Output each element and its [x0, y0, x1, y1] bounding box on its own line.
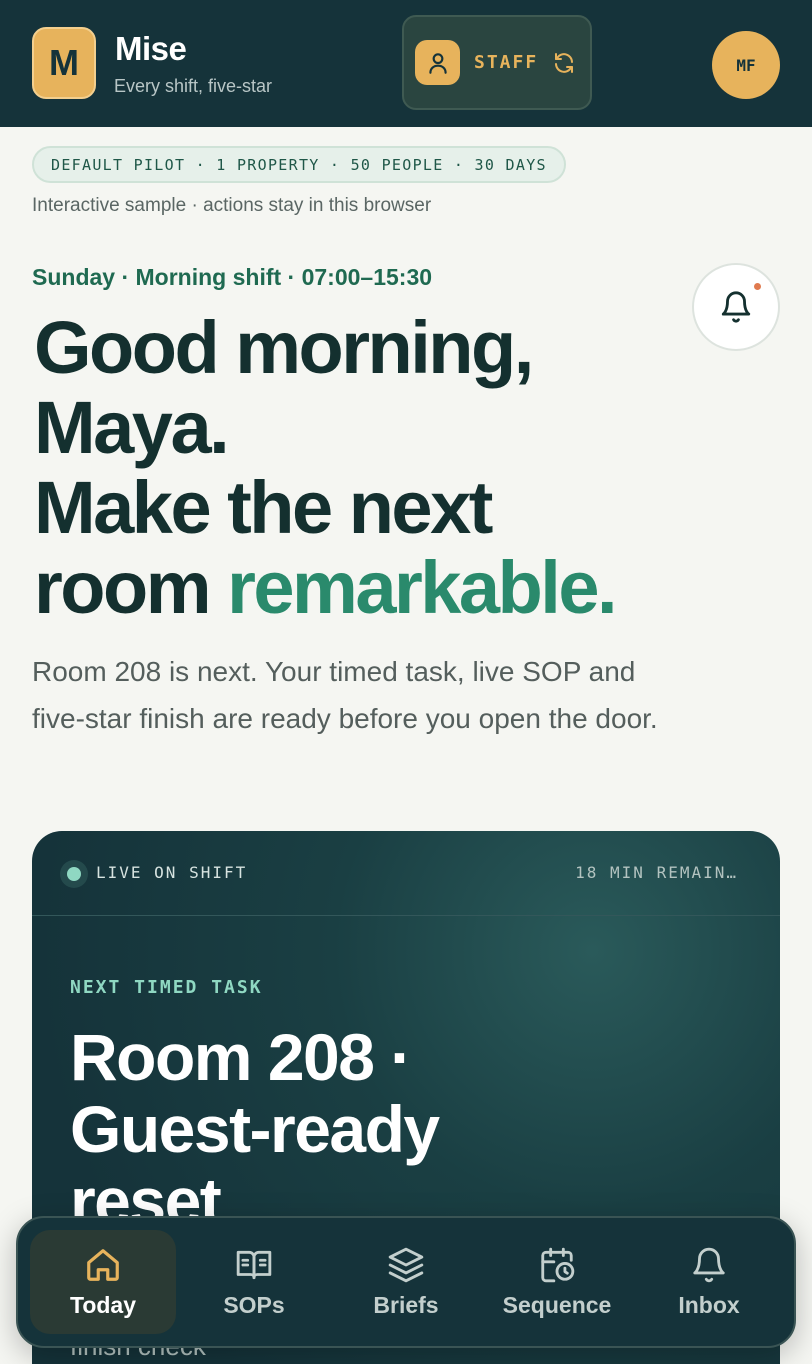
unread-indicator [754, 283, 761, 290]
headline-accent: remarkable. [227, 546, 618, 629]
brand-logo[interactable]: M [32, 27, 96, 99]
headline-line-4: room [34, 546, 228, 629]
nav-label-briefs: Briefs [373, 1291, 439, 1318]
role-label: STAFF [474, 52, 539, 73]
nav-item-sops[interactable]: SOPs [181, 1230, 327, 1334]
user-icon [415, 40, 460, 85]
brand-name: Mise [115, 30, 187, 67]
card-status-bar: LIVE ON SHIFT 18 MIN REMAIN… [32, 831, 780, 916]
live-dot-icon [60, 860, 88, 888]
nav-label-sequence: Sequence [502, 1291, 612, 1318]
brand-tagline: Every shift, five-star [114, 76, 273, 96]
nav-item-today[interactable]: Today [30, 1230, 176, 1334]
calendar-clock-icon [538, 1246, 576, 1284]
headline-line-3: Make the next [34, 466, 493, 549]
task-kicker: NEXT TIMED TASK [70, 977, 263, 998]
role-switch-button[interactable]: STAFF [402, 15, 592, 110]
time-remaining: 18 MIN REMAIN… [575, 863, 738, 882]
headline-line-1: Good morning, [34, 306, 534, 389]
user-avatar[interactable]: MF [712, 31, 780, 99]
shift-info: Sunday · Morning shift · 07:00–15:30 [32, 264, 433, 290]
home-icon [84, 1246, 122, 1284]
app-header: M Mise Every shift, five-star STAFF MF [0, 0, 812, 127]
page-headline: Good morning, Maya. Make the next room r… [34, 308, 754, 628]
task-title: Room 208 · Guest-ready reset [70, 1020, 440, 1238]
nav-item-inbox[interactable]: Inbox [636, 1230, 782, 1334]
sample-note: Interactive sample · actions stay in thi… [32, 195, 432, 216]
headline-line-2: Maya. [34, 386, 230, 469]
layers-icon [387, 1246, 425, 1284]
nav-item-sequence[interactable]: Sequence [484, 1230, 630, 1334]
live-label: LIVE ON SHIFT [96, 863, 248, 882]
bell-icon [690, 1246, 728, 1284]
pilot-badge: DEFAULT PILOT · 1 PROPERTY · 50 PEOPLE ·… [32, 146, 566, 183]
book-icon [235, 1246, 273, 1284]
bottom-nav: Today SOPs Briefs Sequence Inbox [16, 1216, 796, 1348]
nav-label-sops: SOPs [223, 1291, 285, 1318]
intro-text: Room 208 is next. Your timed task, live … [32, 656, 658, 734]
nav-label-inbox: Inbox [678, 1291, 740, 1318]
nav-item-briefs[interactable]: Briefs [333, 1230, 479, 1334]
refresh-icon [552, 51, 576, 75]
nav-label-today: Today [69, 1291, 137, 1318]
